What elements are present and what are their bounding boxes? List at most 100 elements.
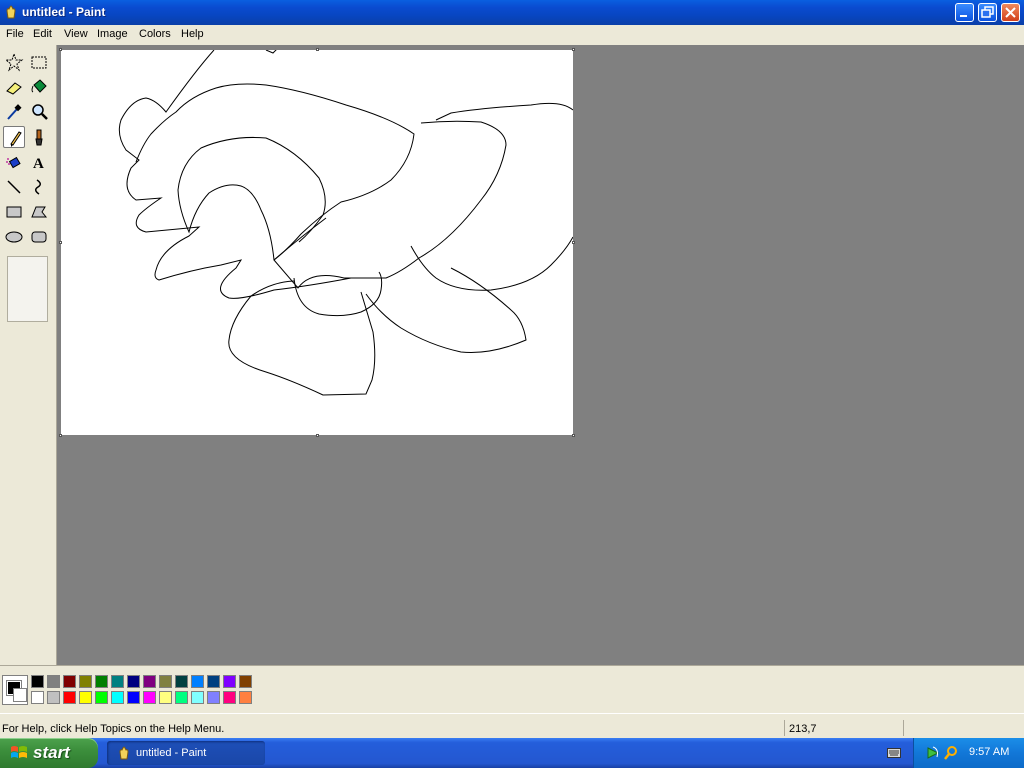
tool-pick-color[interactable] (3, 101, 25, 123)
paint-app-icon (119, 746, 129, 760)
color-swatch[interactable] (143, 675, 156, 688)
tool-rectangle[interactable] (3, 201, 25, 223)
color-swatch[interactable] (207, 691, 220, 704)
resize-handle[interactable] (59, 434, 62, 437)
line-icon (7, 180, 21, 194)
restore-icon (981, 6, 994, 18)
color-swatch[interactable] (175, 691, 188, 704)
color-swatch[interactable] (191, 691, 204, 704)
brush-icon (35, 129, 43, 146)
tool-brush[interactable] (28, 126, 50, 148)
resize-handle[interactable] (316, 434, 319, 437)
magnifier-icon (32, 104, 48, 120)
color-swatch[interactable] (31, 691, 44, 704)
color-swatch[interactable] (63, 691, 76, 704)
restore-button[interactable] (978, 3, 997, 22)
close-button[interactable] (1001, 3, 1020, 22)
resize-handle[interactable] (572, 434, 575, 437)
menu-edit[interactable]: Edit (33, 28, 52, 40)
color-swatch[interactable] (175, 675, 188, 688)
tool-fill[interactable] (28, 76, 50, 98)
windows-logo-icon (11, 746, 27, 758)
color-swatch[interactable] (31, 675, 44, 688)
color-swatch[interactable] (63, 675, 76, 688)
tool-polygon[interactable] (28, 201, 50, 223)
color-swatch[interactable] (127, 691, 140, 704)
rect-select-icon (31, 56, 47, 69)
color-swatch[interactable] (191, 675, 204, 688)
secondary-color-swatch (13, 688, 27, 702)
drawing-canvas[interactable] (61, 50, 573, 435)
resize-handle[interactable] (59, 241, 62, 244)
color-palette-bar (0, 665, 1024, 713)
network-icon[interactable] (925, 745, 941, 761)
menu-file[interactable]: File (6, 28, 24, 40)
color-swatch[interactable] (111, 691, 124, 704)
tool-line[interactable] (3, 176, 25, 198)
color-swatch[interactable] (223, 691, 236, 704)
airbrush-icon (6, 156, 21, 169)
status-bar: For Help, click Help Topics on the Help … (0, 713, 1024, 738)
workspace (57, 45, 1024, 665)
tool-options-box[interactable] (7, 256, 48, 322)
color-swatch[interactable] (47, 691, 60, 704)
search-icon[interactable] (943, 745, 959, 761)
tool-rounded-rectangle[interactable] (28, 226, 50, 248)
status-divider (784, 720, 785, 736)
color-swatch[interactable] (159, 675, 172, 688)
close-icon (1005, 7, 1016, 18)
menu-help[interactable]: Help (181, 28, 204, 40)
current-colors[interactable] (2, 675, 28, 705)
curve-icon (35, 179, 41, 195)
resize-handle[interactable] (572, 48, 575, 51)
resize-handle[interactable] (59, 48, 62, 51)
tool-eraser[interactable] (3, 76, 25, 98)
rounded-rect-icon (31, 231, 47, 243)
color-swatch[interactable] (95, 691, 108, 704)
eyedropper-icon (7, 104, 22, 120)
rectangle-icon (6, 206, 22, 218)
minimize-icon (960, 15, 967, 17)
keyboard-icon[interactable] (887, 747, 901, 759)
resize-handle[interactable] (316, 48, 319, 51)
color-swatch[interactable] (79, 691, 92, 704)
color-swatch[interactable] (127, 675, 140, 688)
minimize-button[interactable] (955, 3, 974, 22)
tool-free-form-select[interactable] (3, 51, 25, 73)
title-bar[interactable]: untitled - Paint (0, 0, 1024, 25)
paint-app-icon (6, 5, 16, 19)
menu-colors[interactable]: Colors (139, 28, 171, 40)
paint-bucket-icon (31, 79, 47, 93)
window-title: untitled - Paint (22, 5, 106, 19)
text-icon: A (33, 156, 44, 172)
tool-select[interactable] (28, 51, 50, 73)
color-swatch[interactable] (95, 675, 108, 688)
svg-text:A: A (33, 156, 44, 172)
taskbar: start untitled - Paint 9:57 AM (0, 738, 1024, 768)
tool-airbrush[interactable] (3, 151, 25, 173)
polygon-icon (31, 206, 48, 218)
resize-handle[interactable] (572, 241, 575, 244)
color-swatch[interactable] (207, 675, 220, 688)
color-swatch[interactable] (111, 675, 124, 688)
color-swatch[interactable] (143, 691, 156, 704)
tool-pencil[interactable] (3, 126, 25, 148)
tool-magnifier[interactable] (28, 101, 50, 123)
menu-image[interactable]: Image (97, 28, 128, 40)
start-label: start (33, 743, 70, 762)
tool-curve[interactable] (28, 176, 50, 198)
menu-view[interactable]: View (64, 28, 88, 40)
pencil-icon (10, 131, 22, 147)
tool-text[interactable]: A (28, 151, 50, 173)
color-swatch[interactable] (79, 675, 92, 688)
color-swatch[interactable] (239, 675, 252, 688)
eraser-icon (6, 82, 22, 95)
taskbar-item-paint[interactable]: untitled - Paint (107, 741, 265, 765)
start-button[interactable]: start (0, 738, 98, 768)
tool-ellipse[interactable] (3, 226, 25, 248)
color-swatch[interactable] (159, 691, 172, 704)
status-help-text: For Help, click Help Topics on the Help … (2, 723, 225, 735)
color-swatch[interactable] (47, 675, 60, 688)
color-swatch[interactable] (239, 691, 252, 704)
color-swatch[interactable] (223, 675, 236, 688)
